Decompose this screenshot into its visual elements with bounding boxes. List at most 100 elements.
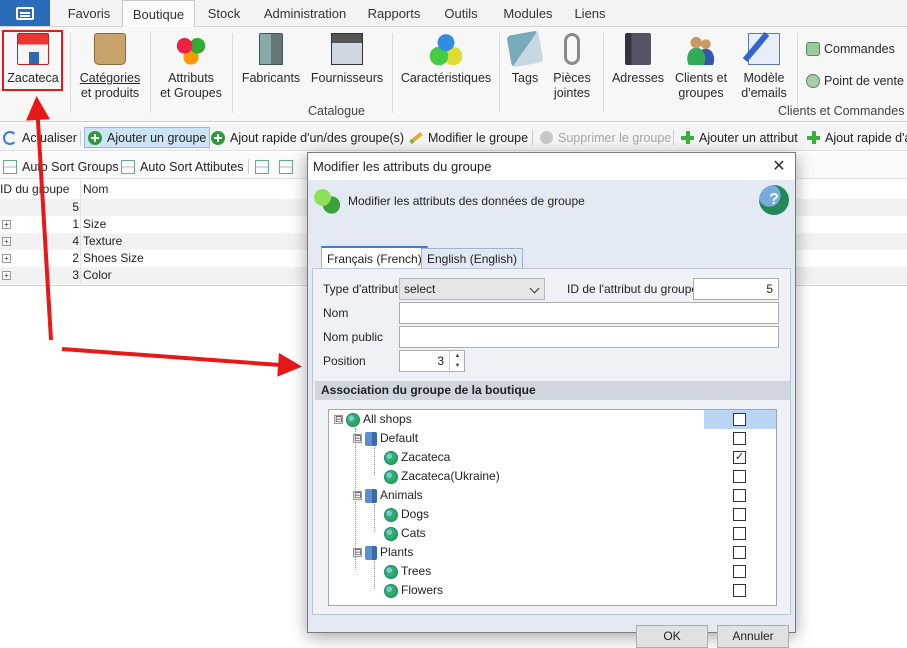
- name-field[interactable]: [399, 302, 779, 324]
- ribbon-separator: [603, 33, 604, 113]
- orders-button[interactable]: Commandes: [806, 42, 895, 56]
- auto-sort-attributes-button[interactable]: Auto Sort Attibutes: [118, 156, 247, 177]
- tree-expand-button[interactable]: [252, 156, 272, 177]
- tree-collapse-button[interactable]: [276, 156, 296, 177]
- tab-modules[interactable]: Modules: [495, 0, 561, 27]
- shop-checkbox[interactable]: [733, 432, 746, 445]
- tab-liens[interactable]: Liens: [567, 0, 613, 27]
- tags-button[interactable]: Tags: [505, 30, 545, 86]
- shop-tree-row[interactable]: ⊟ Plants: [329, 543, 776, 562]
- categories-products-button[interactable]: Catégories et produits: [76, 33, 144, 101]
- toolbar-separator: [80, 130, 81, 145]
- button-label-line2: jointes: [553, 86, 591, 100]
- checkbox-cell: [704, 467, 776, 486]
- plus-icon: [681, 131, 694, 144]
- shop-checkbox[interactable]: [733, 508, 746, 521]
- shop-tree-row[interactable]: Flowers: [329, 581, 776, 600]
- group-id-field[interactable]: 5: [693, 278, 779, 300]
- tree-node: Flowers: [372, 581, 443, 600]
- customers-groups-button[interactable]: Clients et groupes: [670, 33, 732, 101]
- feature-blocks-icon: [430, 33, 462, 65]
- edit-group-dialog: Modifier les attributs du groupe ✕ Modif…: [307, 152, 796, 648]
- collapse-node-icon[interactable]: ⊟: [353, 548, 362, 557]
- shop-checkbox[interactable]: [733, 565, 746, 578]
- addresses-button[interactable]: Adresses: [610, 33, 666, 86]
- manufacturers-button[interactable]: Fabricants: [238, 33, 304, 86]
- collapse-node-icon[interactable]: ⊟: [353, 491, 362, 500]
- cart-icon: [806, 74, 820, 88]
- cancel-button[interactable]: Annuler: [717, 625, 789, 648]
- dialog-header-text: Modifier les attributs des données de gr…: [348, 194, 585, 208]
- tab-outils[interactable]: Outils: [433, 0, 489, 27]
- tab-french[interactable]: Français (French): [321, 246, 428, 268]
- edit-group-button[interactable]: Modifier le groupe: [406, 127, 531, 148]
- attribute-type-select[interactable]: select: [399, 278, 545, 300]
- add-attribute-button[interactable]: Ajouter un attribut: [678, 127, 801, 148]
- column-header-id[interactable]: ID du groupe: [0, 180, 69, 198]
- add-group-button[interactable]: Ajouter un groupe: [84, 127, 211, 148]
- suppliers-button[interactable]: Fournisseurs: [308, 33, 386, 86]
- shop-checkbox[interactable]: [733, 489, 746, 502]
- shop-tree-row[interactable]: Dogs: [329, 505, 776, 524]
- features-button[interactable]: Caractéristiques: [400, 33, 492, 86]
- shop-tree-row[interactable]: ⊟ Animals: [329, 486, 776, 505]
- people-icon: [685, 33, 717, 65]
- quick-add-group-button[interactable]: Ajout rapide d'un/des groupe(s): [208, 127, 407, 148]
- collapse-node-icon[interactable]: ⊟: [334, 415, 343, 424]
- shop-checkbox[interactable]: [733, 413, 746, 426]
- group-id-cell: 3: [72, 268, 79, 282]
- tab-stock[interactable]: Stock: [198, 0, 250, 27]
- spin-down-icon[interactable]: ▼: [450, 361, 465, 371]
- tab-english[interactable]: English (English): [421, 248, 524, 268]
- checkbox-cell: [704, 505, 776, 524]
- auto-sort-attributes-label: Auto Sort Attibutes: [140, 159, 244, 174]
- shop-tree-row[interactable]: ⊟ Default: [329, 429, 776, 448]
- group-name-cell: Color: [83, 268, 112, 282]
- shop-checkbox[interactable]: [733, 546, 746, 559]
- shop-checkbox[interactable]: [733, 584, 746, 597]
- shop-tree-row[interactable]: Zacateca ✓: [329, 448, 776, 467]
- shop-checkbox[interactable]: ✓: [733, 451, 746, 464]
- checkbox-cell: [704, 486, 776, 505]
- shop-tree-row[interactable]: Cats: [329, 524, 776, 543]
- refresh-button[interactable]: Actualiser: [0, 127, 80, 148]
- globe-icon: [384, 469, 398, 484]
- attributes-groups-button[interactable]: Attributs et Groupes: [156, 33, 226, 101]
- point-of-sale-button[interactable]: Point de vente: [806, 74, 904, 88]
- quick-add-group-label: Ajout rapide d'un/des groupe(s): [230, 130, 405, 145]
- tab-favoris[interactable]: Favoris: [58, 0, 120, 27]
- group-name-cell: Texture: [83, 234, 123, 248]
- group-id-cell: 2: [72, 251, 79, 265]
- ok-button[interactable]: OK: [636, 625, 708, 648]
- tab-boutique[interactable]: Boutique: [122, 0, 195, 28]
- button-label-line2: et produits: [80, 86, 140, 100]
- shop-label: Zacateca: [401, 450, 451, 464]
- quick-add-attribute-label: Ajout rapide d'a: [825, 130, 907, 145]
- dialog-title: Modifier les attributs du groupe: [308, 153, 795, 180]
- public-name-field[interactable]: [399, 326, 779, 348]
- auto-sort-groups-label: Auto Sort Groups: [22, 159, 119, 174]
- shop-tree-row[interactable]: Trees: [329, 562, 776, 581]
- spin-up-icon[interactable]: ▲: [450, 351, 465, 361]
- position-spin-buttons[interactable]: ▲ ▼: [449, 351, 465, 373]
- attachments-button[interactable]: Pièces jointes: [549, 33, 595, 101]
- globe-icon: [384, 450, 398, 465]
- shop-tree-row[interactable]: ⊟ All shops: [329, 410, 776, 429]
- group-id-cell: 4: [72, 234, 79, 248]
- help-icon[interactable]: ?: [759, 185, 789, 215]
- auto-sort-groups-button[interactable]: Auto Sort Groups: [0, 156, 122, 177]
- shop-checkbox[interactable]: [733, 527, 746, 540]
- refresh-label: Actualiser: [22, 130, 77, 145]
- tab-administration[interactable]: Administration: [253, 0, 357, 27]
- email-templates-button[interactable]: Modèle d'emails: [736, 33, 792, 101]
- close-icon[interactable]: ✕: [769, 157, 789, 177]
- shop-checkbox[interactable]: [733, 470, 746, 483]
- app-menu-button[interactable]: [0, 0, 50, 26]
- shop-tree-row[interactable]: Zacateca(Ukraine): [329, 467, 776, 486]
- column-header-name[interactable]: Nom: [83, 180, 108, 198]
- shop-label: Zacateca(Ukraine): [401, 469, 500, 483]
- quick-add-attribute-button[interactable]: Ajout rapide d'a: [804, 127, 907, 148]
- delete-group-button[interactable]: Supprimer le groupe: [537, 127, 674, 148]
- tab-rapports[interactable]: Rapports: [360, 0, 428, 27]
- collapse-node-icon[interactable]: ⊟: [353, 434, 362, 443]
